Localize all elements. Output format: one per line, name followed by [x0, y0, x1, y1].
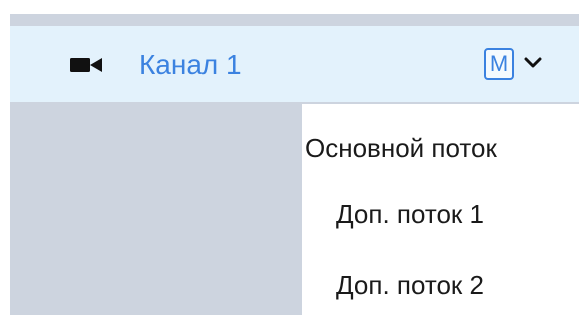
- menu-item-main-stream[interactable]: Основной поток: [305, 130, 497, 166]
- chevron-down-icon[interactable]: [524, 56, 542, 70]
- menu-item-sub-stream-1[interactable]: Доп. поток 1: [336, 196, 484, 232]
- video-camera-icon: [70, 58, 102, 72]
- channel-name[interactable]: Канал 1: [139, 47, 242, 83]
- menu-item-sub-stream-2[interactable]: Доп. поток 2: [336, 267, 484, 303]
- stream-type-badge[interactable]: M: [484, 48, 514, 80]
